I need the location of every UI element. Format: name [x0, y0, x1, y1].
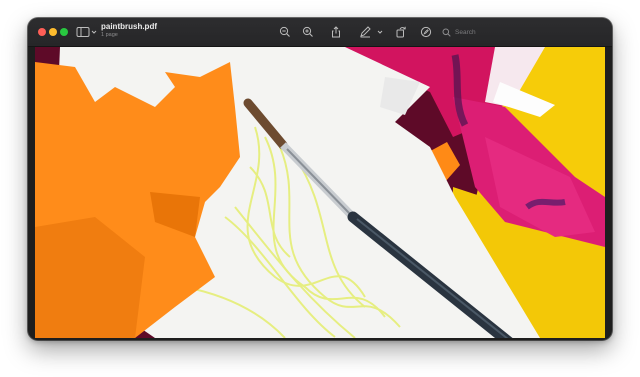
preview-window: paintbrush.pdf 1 page Search	[28, 18, 612, 340]
zoom-in-icon	[302, 26, 313, 37]
chevron-down-icon	[377, 30, 383, 34]
document-title-block: paintbrush.pdf 1 page	[101, 23, 157, 39]
document-title: paintbrush.pdf	[101, 22, 157, 31]
document-page[interactable]	[35, 47, 605, 338]
rotate-icon	[396, 26, 406, 38]
title-bar: paintbrush.pdf 1 page Search	[28, 18, 612, 47]
zoom-in-button[interactable]	[301, 24, 315, 40]
search-placeholder: Search	[455, 28, 476, 36]
markup-button[interactable]	[359, 24, 387, 40]
annotate-button[interactable]	[419, 24, 433, 40]
pen-icon	[360, 26, 371, 38]
rotate-button[interactable]	[394, 24, 408, 40]
zoom-button[interactable]	[60, 28, 68, 36]
minimize-button[interactable]	[49, 28, 57, 36]
page-count: 1 page	[101, 32, 118, 38]
search-field[interactable]: Search	[442, 25, 602, 39]
search-icon	[442, 28, 451, 37]
sidebar-icon	[76, 27, 90, 37]
zoom-out-button[interactable]	[278, 24, 292, 40]
close-button[interactable]	[38, 28, 46, 36]
zoom-out-icon	[279, 26, 290, 37]
sidebar-toggle-button[interactable]	[76, 24, 98, 40]
share-button[interactable]	[329, 24, 343, 40]
markup-circle-icon	[420, 26, 432, 38]
paintbrush-photo	[35, 47, 605, 338]
share-icon	[332, 26, 340, 38]
chevron-down-icon	[91, 30, 97, 34]
